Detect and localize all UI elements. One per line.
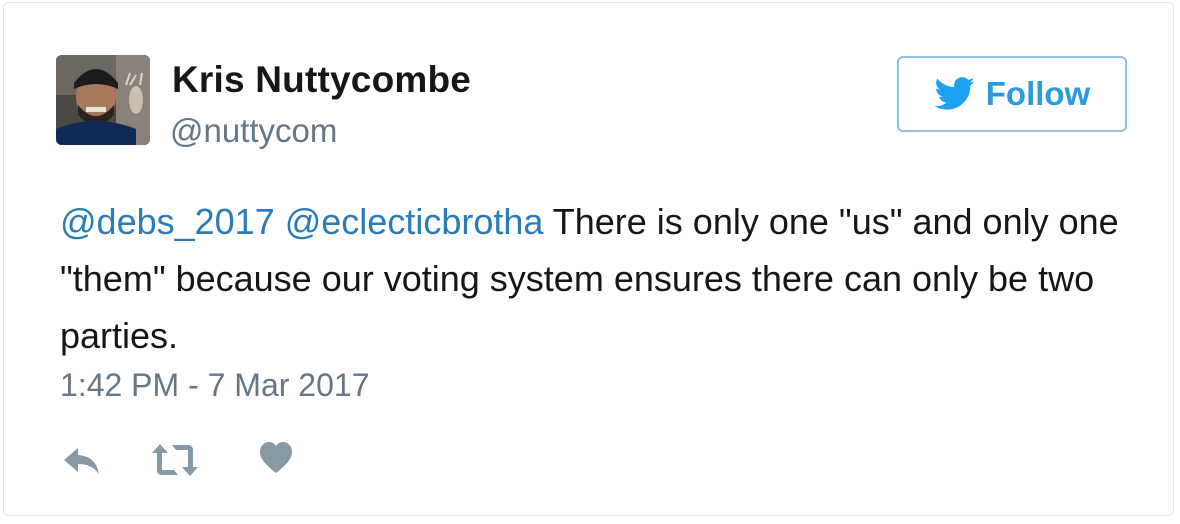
- tweet-text: @debs_2017 @eclecticbrotha There is only…: [60, 193, 1140, 364]
- avatar-photo: [56, 55, 150, 145]
- reply-icon[interactable]: [62, 440, 102, 485]
- tweet-card: Kris Nuttycombe @nuttycom Follow @debs_2…: [3, 2, 1174, 516]
- follow-button[interactable]: Follow: [897, 56, 1127, 132]
- mention-link[interactable]: @debs_2017: [60, 201, 275, 242]
- avatar[interactable]: [56, 55, 150, 145]
- author-name[interactable]: Kris Nuttycombe: [172, 59, 471, 101]
- tweet-timestamp[interactable]: 1:42 PM - 7 Mar 2017: [60, 367, 369, 404]
- follow-label: Follow: [985, 75, 1091, 112]
- author-handle[interactable]: @nuttycom: [170, 112, 337, 150]
- retweet-icon[interactable]: [150, 440, 200, 485]
- heart-icon[interactable]: [258, 440, 294, 481]
- mention-link[interactable]: @eclecticbrotha: [285, 201, 544, 242]
- twitter-bird-icon: [934, 77, 976, 111]
